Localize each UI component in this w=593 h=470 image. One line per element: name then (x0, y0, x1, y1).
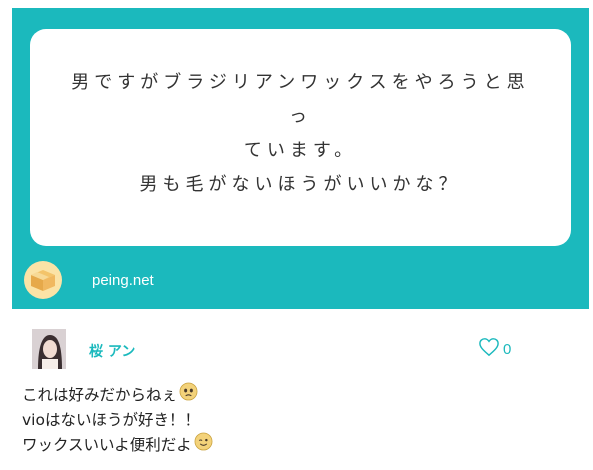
question-line: ています。 (243, 139, 358, 161)
author-name[interactable]: 桜 アン (89, 341, 135, 361)
question-card: 男ですがブラジリアンワックスをやろうと思っ ています。 男も毛がないほうがいいか… (12, 8, 589, 309)
answer-header: 桜 アン 0 (32, 329, 522, 369)
brand-label: peing.net (92, 271, 154, 289)
answer-line: vioはないほうが好き！！ (22, 408, 562, 433)
question-text: 男ですがブラジリアンワックスをやろうと思っ ています。 男も毛がないほうがいいか… (61, 66, 541, 202)
answer-line: これは好みだからねぇ (22, 382, 562, 409)
heart-icon (478, 337, 500, 361)
question-box: 男ですがブラジリアンワックスをやろうと思っ ています。 男も毛がないほうがいいか… (30, 29, 571, 246)
like-count: 0 (503, 340, 512, 358)
answer-line: ワックスいいよ便利だよ (22, 432, 562, 459)
winking-face-icon (194, 432, 213, 459)
question-line: 男ですがブラジリアンワックスをやろうと思っ (71, 71, 530, 127)
avatar[interactable] (32, 329, 66, 369)
answer-line-text: ワックスいいよ便利だよ (22, 436, 192, 454)
box-logo-icon (24, 261, 62, 299)
question-line: 男も毛がないほうがいいかな？ (139, 173, 462, 195)
answer-line-text: これは好みだからねぇ (22, 386, 178, 404)
pleading-face-icon (179, 382, 198, 409)
brand[interactable]: peing.net (24, 261, 154, 299)
answer-line-text: vioはないほうが好き！！ (22, 411, 200, 429)
answer-text: これは好みだからねぇ vioはないほうが好き！！ ワックスいいよ便利だよ (22, 382, 562, 459)
like-button[interactable]: 0 (478, 337, 511, 361)
